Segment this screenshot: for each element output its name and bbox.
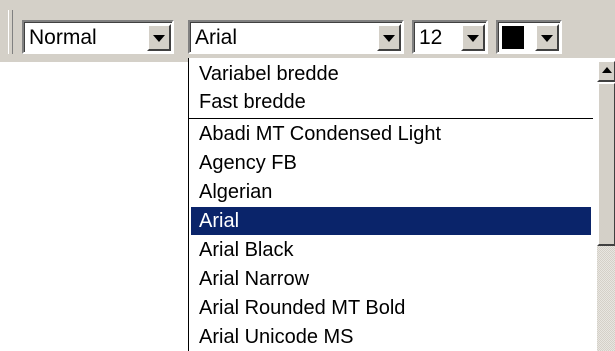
font-list-item[interactable]: Fast bredde: [191, 88, 591, 116]
arrow-up-icon: [601, 67, 612, 73]
toolbar-grip[interactable]: [8, 10, 13, 54]
style-dropdown-button[interactable]: [147, 24, 171, 51]
font-size-dropdown-button[interactable]: [461, 24, 485, 51]
font-combobox[interactable]: Arial: [188, 20, 404, 54]
font-combobox-value: Arial: [195, 26, 238, 49]
style-combobox-value: Normal: [29, 26, 97, 49]
font-color-dropdown-button[interactable]: [535, 24, 559, 51]
formatting-toolbar: Normal Arial 12: [0, 0, 615, 62]
list-separator: [189, 118, 593, 119]
chevron-down-icon: [541, 34, 553, 42]
font-list-item[interactable]: Algerian: [191, 178, 591, 206]
font-list-item[interactable]: Arial Narrow: [191, 265, 591, 293]
style-combobox[interactable]: Normal: [22, 20, 174, 54]
scroll-up-button[interactable]: [597, 60, 615, 82]
font-dropdown-button[interactable]: [377, 24, 401, 51]
font-color-swatch: [502, 26, 524, 49]
font-dropdown-list[interactable]: Variabel bredde Fast bredde Abadi MT Con…: [188, 58, 615, 351]
vertical-scrollbar[interactable]: [597, 60, 615, 351]
font-list-item[interactable]: Arial Unicode MS: [191, 323, 591, 351]
font-color-combobox[interactable]: [496, 20, 562, 54]
font-list-item[interactable]: Arial Black: [191, 236, 591, 264]
font-list-item[interactable]: Agency FB: [191, 149, 591, 177]
chevron-down-icon: [153, 34, 165, 42]
font-list-item[interactable]: Abadi MT Condensed Light: [191, 120, 591, 148]
font-list-item[interactable]: Arial Rounded MT Bold: [191, 294, 591, 322]
font-list-item-selected[interactable]: Arial: [191, 207, 591, 235]
font-list-item[interactable]: Variabel bredde: [191, 60, 591, 88]
chevron-down-icon: [467, 34, 479, 42]
font-size-combobox-value: 12: [419, 26, 443, 49]
scroll-thumb[interactable]: [597, 82, 615, 246]
chevron-down-icon: [383, 34, 395, 42]
font-size-combobox[interactable]: 12: [412, 20, 488, 54]
